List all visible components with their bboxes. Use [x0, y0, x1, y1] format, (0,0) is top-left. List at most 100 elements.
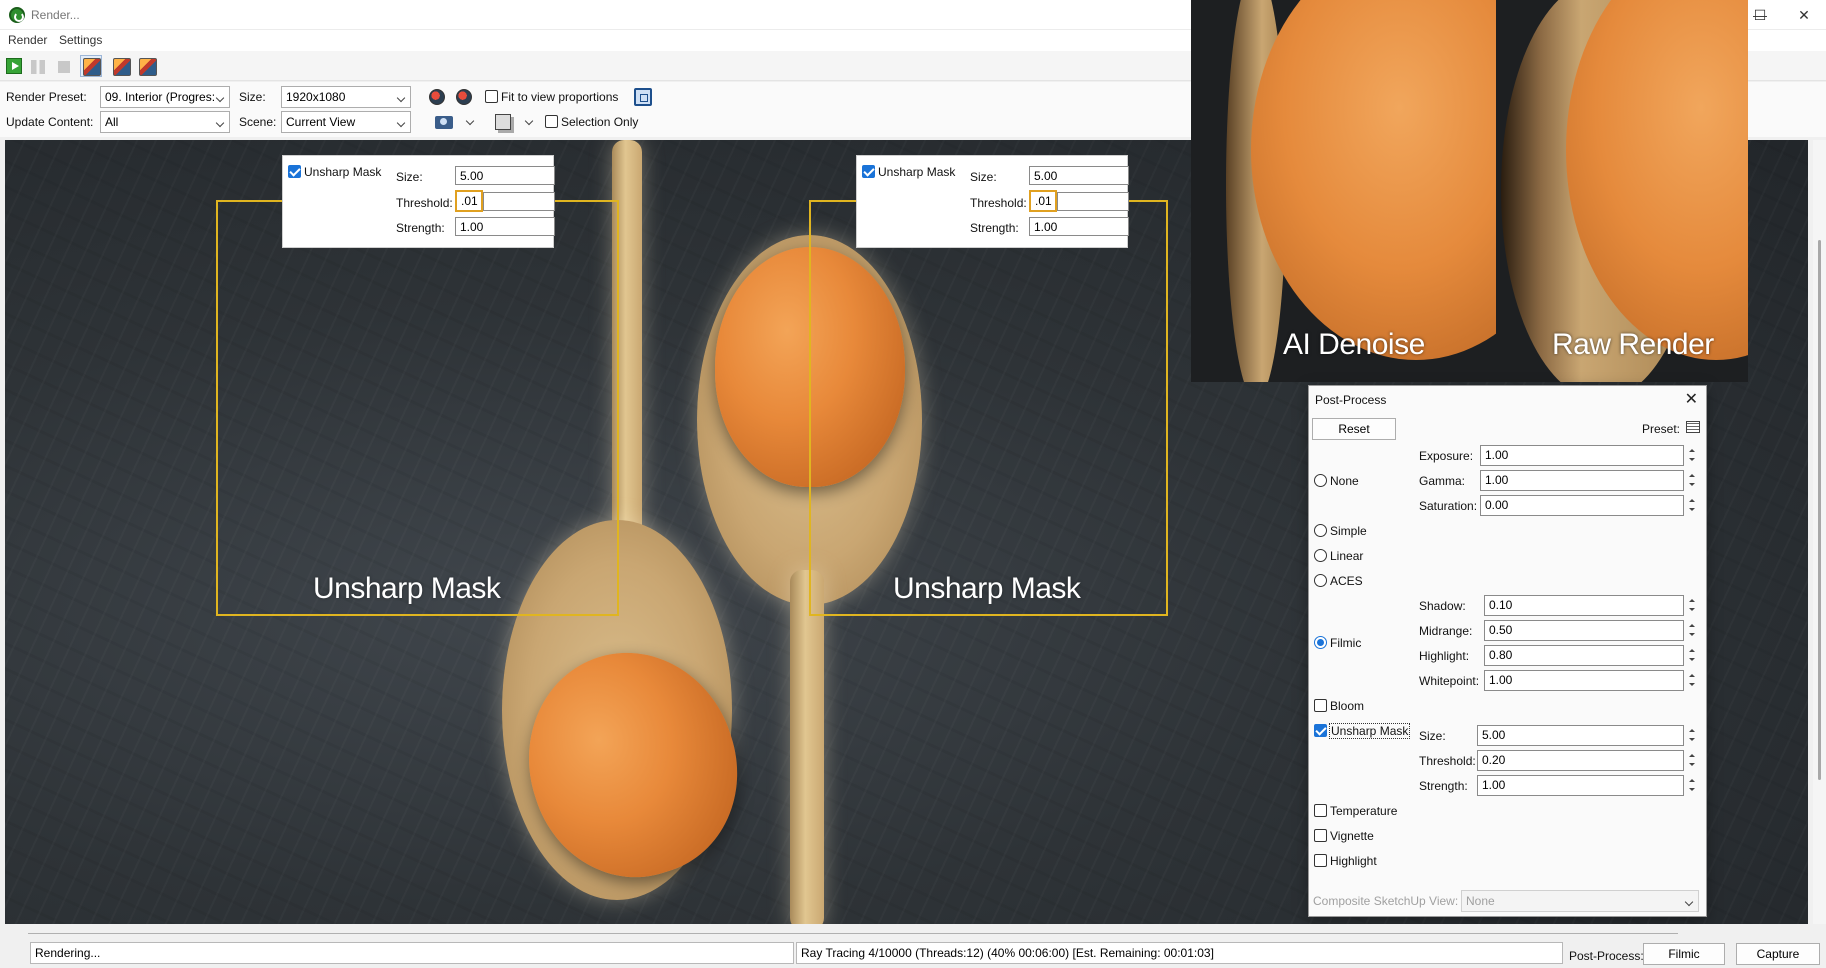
us-strength-spinner[interactable] — [1685, 776, 1699, 795]
print-button[interactable] — [136, 55, 158, 77]
zoom-label-ai-denoise: AI Denoise — [1283, 328, 1425, 361]
highlight-label: Highlight: — [1419, 649, 1470, 663]
gamma-spinner[interactable] — [1685, 471, 1699, 490]
tonemap-linear-radio[interactable] — [1314, 549, 1327, 562]
popup-left-strength-input[interactable]: 1.00 — [455, 217, 555, 236]
whitepoint-input[interactable]: 1.00 — [1484, 670, 1684, 691]
reset-button[interactable]: Reset — [1312, 418, 1396, 440]
camera-dropdown-icon[interactable] — [465, 116, 475, 126]
gamma-label: Gamma: — [1419, 474, 1466, 488]
fit-to-view-label: Fit to view proportions — [501, 90, 619, 104]
close-icon[interactable]: ✕ — [1685, 389, 1698, 409]
us-strength-input[interactable]: 1.00 — [1477, 775, 1684, 796]
render-preset-select[interactable]: 09. Interior (Progres: — [100, 86, 230, 108]
us-strength-label: Strength: — [1419, 779, 1468, 793]
highlight-spinner[interactable] — [1685, 646, 1699, 665]
tonemap-simple-radio[interactable] — [1314, 524, 1327, 537]
save-image-button[interactable] — [80, 55, 102, 77]
popup-left-threshold-label: Threshold: — [396, 196, 453, 210]
menu-render[interactable]: Render — [8, 33, 47, 47]
exposure-input[interactable]: 1.00 — [1480, 445, 1684, 466]
exposure-label: Exposure: — [1419, 449, 1474, 463]
popup-right-threshold-rest — [1057, 192, 1129, 211]
render-region-button[interactable] — [426, 86, 448, 108]
selection-only-checkbox[interactable] — [545, 115, 558, 128]
shadow-input[interactable]: 0.10 — [1484, 595, 1684, 616]
temperature-label: Temperature — [1330, 804, 1398, 818]
midrange-spinner[interactable] — [1685, 621, 1699, 640]
capture-button[interactable]: Capture — [1736, 943, 1820, 965]
temperature-checkbox[interactable] — [1314, 804, 1327, 817]
render-region-icon — [429, 89, 445, 105]
play-icon — [6, 58, 22, 74]
highlight-fx-checkbox[interactable] — [1314, 854, 1327, 867]
tonemap-aces-label: ACES — [1330, 574, 1363, 588]
midrange-input[interactable]: 0.50 — [1484, 620, 1684, 641]
us-size-input[interactable]: 5.00 — [1477, 725, 1684, 746]
popup-left-unsharp-checkbox[interactable] — [288, 165, 301, 178]
preset-label: Preset: — [1642, 422, 1681, 436]
us-threshold-input[interactable]: 0.20 — [1477, 750, 1684, 771]
popup-right-strength-input[interactable]: 1.00 — [1029, 217, 1129, 236]
clear-region-button[interactable] — [453, 86, 475, 108]
postprocess-mode-button[interactable]: Filmic — [1643, 943, 1725, 965]
preset-menu-icon[interactable] — [1686, 421, 1700, 433]
unsharp-mask-checkbox[interactable] — [1314, 724, 1327, 737]
camera-button[interactable] — [432, 111, 454, 133]
whitepoint-spinner[interactable] — [1685, 671, 1699, 690]
tonemap-none-label: None — [1330, 474, 1359, 488]
comparison-frame-left — [216, 200, 619, 616]
canvas-scrollbar[interactable] — [1813, 140, 1826, 924]
fit-button[interactable] — [632, 86, 654, 108]
scene-select[interactable]: Current View — [281, 111, 411, 133]
popup-right-size-input[interactable]: 5.00 — [1029, 166, 1129, 185]
layers-dropdown-icon[interactable] — [524, 116, 534, 126]
maximize-icon[interactable]: ☐ — [1748, 4, 1772, 26]
unsharp-popup-left: Unsharp Mask Size: 5.00 Threshold: .01 S… — [282, 155, 555, 248]
popup-left-size-label: Size: — [396, 170, 423, 184]
unsharp-popup-right: Unsharp Mask Size: 5.00 Threshold: .01 S… — [856, 155, 1129, 248]
shadow-label: Shadow: — [1419, 599, 1466, 613]
saturation-spinner[interactable] — [1685, 496, 1699, 515]
fit-to-view-checkbox[interactable] — [485, 90, 498, 103]
popup-left-size-input[interactable]: 5.00 — [455, 166, 555, 185]
print-icon — [139, 58, 157, 76]
menu-settings[interactable]: Settings — [59, 33, 102, 47]
window-title: Render... — [31, 8, 80, 22]
tonemap-aces-radio[interactable] — [1314, 574, 1327, 587]
scene-label: Scene: — [239, 115, 277, 129]
vignette-checkbox[interactable] — [1314, 829, 1327, 842]
composite-select: None — [1461, 890, 1699, 912]
layers-icon — [495, 114, 511, 130]
zoom-panel-ai-denoise: AI Denoise — [1191, 0, 1496, 382]
close-window-icon[interactable]: ✕ — [1792, 4, 1816, 26]
popup-right-unsharp-checkbox[interactable] — [862, 165, 875, 178]
tonemap-filmic-label: Filmic — [1330, 636, 1362, 650]
saturation-input[interactable]: 0.00 — [1480, 495, 1684, 516]
stop-button[interactable] — [52, 55, 74, 77]
update-content-select[interactable]: All — [100, 111, 230, 133]
render-preset-label: Render Preset: — [6, 90, 87, 104]
us-threshold-spinner[interactable] — [1685, 751, 1699, 770]
size-select[interactable]: 1920x1080 — [281, 86, 411, 108]
pause-button[interactable] — [26, 55, 48, 77]
popup-right-unsharp-label: Unsharp Mask — [878, 165, 956, 179]
tonemap-filmic-radio[interactable] — [1314, 636, 1327, 649]
popup-right-threshold-input[interactable]: .01 — [1029, 190, 1057, 212]
layers-button[interactable] — [492, 111, 514, 133]
app-icon — [9, 7, 25, 23]
export-button[interactable] — [110, 55, 132, 77]
play-button[interactable] — [2, 55, 24, 77]
gamma-input[interactable]: 1.00 — [1480, 470, 1684, 491]
us-size-spinner[interactable] — [1685, 726, 1699, 745]
highlight-input[interactable]: 0.80 — [1484, 645, 1684, 666]
scrollbar-thumb[interactable] — [1818, 240, 1821, 780]
exposure-spinner[interactable] — [1685, 446, 1699, 465]
export-icon — [113, 58, 131, 76]
tonemap-none-radio[interactable] — [1314, 474, 1327, 487]
shadow-spinner[interactable] — [1685, 596, 1699, 615]
popup-left-threshold-input[interactable]: .01 — [455, 190, 483, 212]
save-image-icon — [83, 58, 101, 76]
bloom-checkbox[interactable] — [1314, 699, 1327, 712]
zoom-panel-raw-render: Raw Render — [1496, 0, 1748, 382]
